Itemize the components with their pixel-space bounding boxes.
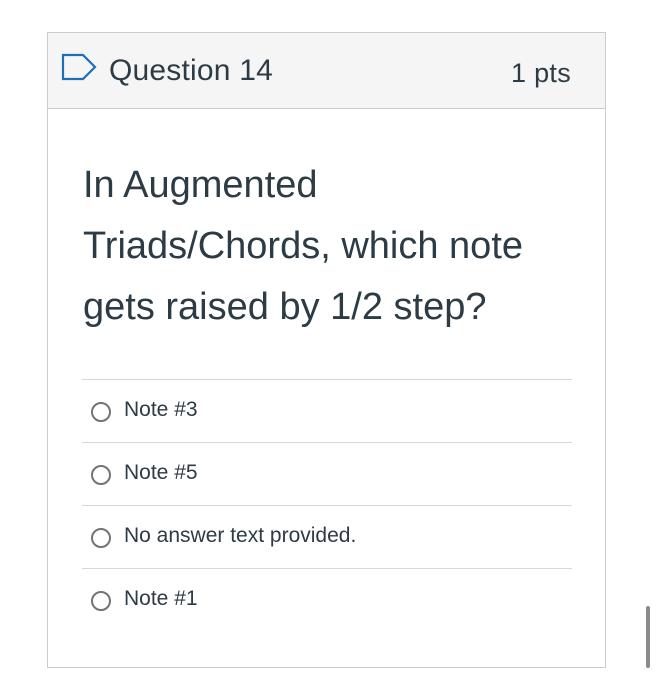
- answer-label: No answer text provided.: [124, 524, 357, 547]
- radio-button[interactable]: [91, 528, 111, 548]
- answer-label: Note #1: [124, 587, 198, 610]
- answer-label: Note #3: [124, 398, 198, 421]
- answer-option[interactable]: Note #1: [82, 568, 572, 631]
- answer-option[interactable]: Note #3: [82, 379, 572, 442]
- answer-option[interactable]: Note #5: [82, 442, 572, 505]
- answer-label: Note #5: [124, 461, 198, 484]
- answer-option[interactable]: No answer text provided.: [82, 505, 572, 568]
- radio-button[interactable]: [91, 402, 111, 422]
- radio-button[interactable]: [91, 465, 111, 485]
- answer-list: Note #3 Note #5 No answer text provided.…: [82, 379, 572, 631]
- radio-button[interactable]: [91, 591, 111, 611]
- scrollbar[interactable]: [646, 606, 650, 668]
- flag-question-icon[interactable]: [61, 53, 97, 81]
- question-header: Question 14 1 pts: [48, 33, 605, 109]
- question-text: In Augmented Triads/Chords, which note g…: [83, 164, 524, 328]
- question-points: 1 pts: [510, 58, 571, 88]
- question-title: Question 14: [109, 54, 273, 87]
